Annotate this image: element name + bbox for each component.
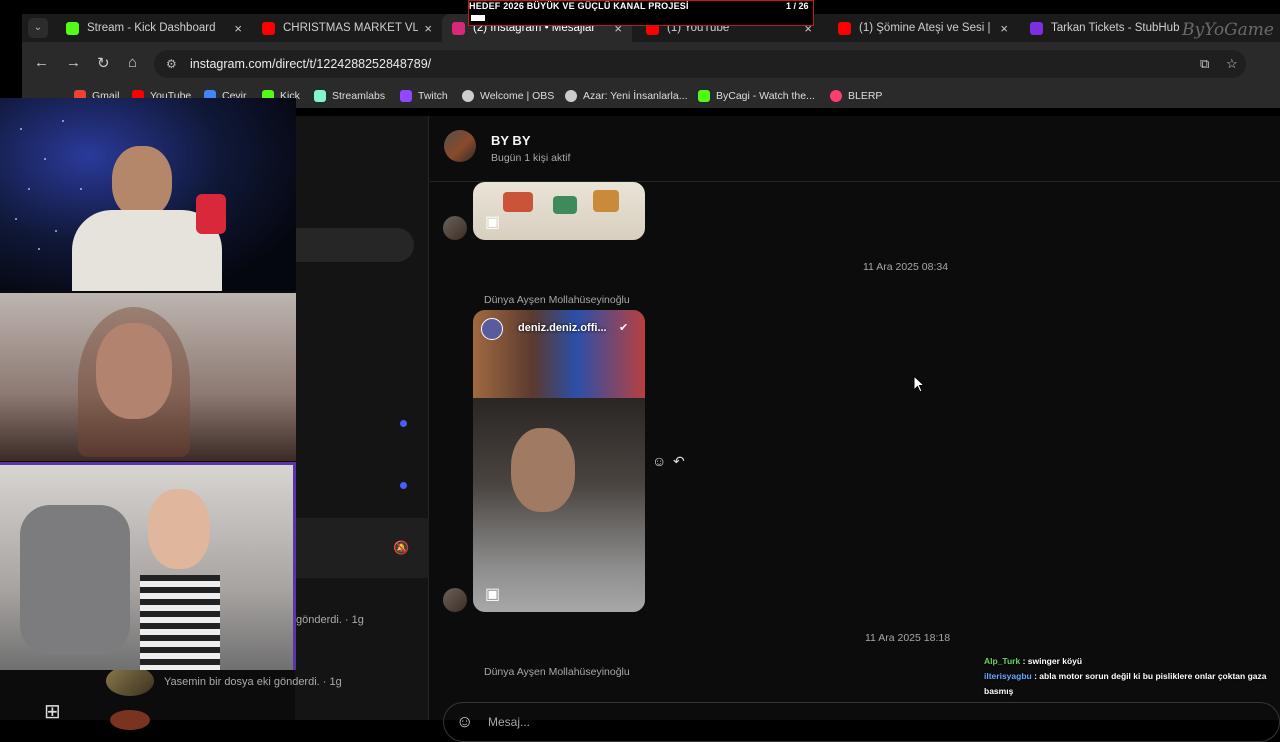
reply-icon[interactable]: ↶ (673, 453, 685, 470)
chat-status: Bugün 1 kişi aktif (491, 152, 571, 164)
striped-top (140, 575, 220, 670)
tab-christmas-vlog[interactable]: CHRISTMAS MARKET VLOG · × (252, 14, 442, 42)
bookmark-streamlabs[interactable]: Streamlabs (314, 90, 385, 102)
forward-icon[interactable]: → (66, 54, 81, 71)
bookmark-blerp[interactable]: BLERP (830, 90, 882, 102)
chat-avatar[interactable] (444, 130, 476, 162)
bookmark-bycagi[interactable]: ByCagi - Watch the... (698, 90, 815, 102)
close-tab-icon[interactable]: × (234, 21, 242, 36)
stream-chat-overlay: Alp_Turk : swinger köyü ilterisyagbu : a… (984, 654, 1280, 699)
sender-avatar[interactable] (443, 588, 467, 612)
browser-toolbar: ← → ↻ ⌂ ⚙ instagram.com/direct/t/1224288… (22, 42, 1280, 86)
chat-line: ilterisyagbu : abla motor sorun değil ki… (984, 671, 1267, 696)
sender-name: Dünya Ayşen Mollahüseyinoğlu (484, 294, 630, 306)
guest-face (148, 489, 210, 569)
guest-hair (78, 307, 190, 457)
kick-icon (66, 21, 79, 35)
youtube-icon (262, 21, 275, 35)
tab-stubhub[interactable]: Tarkan Tickets - StubHub (1020, 14, 1192, 42)
goal-title: HEDEF 2026 BÜYÜK VE GÜÇLÜ KANAL PROJESİ (469, 1, 689, 11)
tab-search-menu[interactable]: ⌄ (28, 18, 48, 38)
bookmark-obs[interactable]: Welcome | OBS (462, 90, 554, 102)
bookmark-star-icon[interactable]: ☆ (1226, 56, 1238, 72)
back-icon[interactable]: ← (34, 54, 49, 71)
muted-bell-icon: 🔕 (393, 540, 410, 555)
message-input[interactable]: ☺ Mesaj... (443, 702, 1280, 742)
emoji-icon[interactable]: ☺ (456, 712, 473, 732)
message-timestamp: 11 Ara 2025 08:34 (863, 261, 949, 273)
message-timestamp: 11 Ara 2025 18:18 (865, 632, 951, 644)
twitch-icon (400, 90, 412, 102)
mouse-cursor-icon (913, 375, 925, 393)
thread-list (295, 116, 429, 720)
reload-icon[interactable]: ↻ (97, 54, 110, 72)
thread-snippet[interactable]: gönderdi. · 1g (296, 614, 364, 626)
address-bar[interactable]: ⚙ instagram.com/direct/t/122428825284878… (154, 50, 1246, 78)
armchair (20, 505, 130, 655)
streamlabs-icon (314, 90, 326, 102)
tab-somine[interactable]: (1) Şömine Ateşi ve Sesi | Ra × (828, 14, 1018, 42)
sender-name: Dünya Ayşen Mollahüseyinoğlu (484, 666, 630, 678)
instagram-icon (452, 21, 465, 35)
verified-icon: ✔ (619, 322, 629, 334)
streamer-face (112, 146, 172, 218)
thread-avatar[interactable] (106, 666, 154, 696)
search-input[interactable] (296, 228, 414, 262)
bookmark-azar[interactable]: Azar: Yeni İnsanlarla... (565, 90, 687, 102)
streamer-logo: ByYoGame (1182, 20, 1274, 40)
reel-account: deniz.deniz.offi... (518, 322, 607, 334)
globe-icon (565, 90, 577, 102)
microphone (196, 194, 226, 234)
stream-goal-overlay: HEDEF 2026 BÜYÜK VE GÜÇLÜ KANAL PROJESİ … (468, 0, 814, 26)
chat-line: Alp_Turk : swinger köyü (984, 656, 1083, 666)
reel-icon: ▣ (485, 586, 501, 603)
url-text[interactable]: instagram.com/direct/t/1224288252848789/ (190, 57, 431, 71)
install-app-icon[interactable]: ⧉ (1200, 56, 1209, 72)
stubhub-icon (1030, 21, 1043, 35)
kick-icon (698, 90, 710, 102)
close-tab-icon[interactable]: × (1000, 21, 1008, 36)
unread-dot (400, 482, 407, 489)
bookmark-twitch[interactable]: Twitch (400, 90, 448, 102)
goal-progress-bar (471, 15, 811, 21)
youtube-icon (838, 21, 851, 35)
react-emoji-icon[interactable]: ☺ (652, 453, 666, 469)
goal-count: 1 / 26 (786, 1, 809, 11)
apps-grid-icon[interactable]: ⊞ (44, 699, 61, 724)
obs-icon (462, 90, 474, 102)
webcam-feed-1 (0, 98, 296, 291)
sender-avatar[interactable] (443, 216, 467, 240)
webcam-feed-2 (0, 293, 296, 461)
shared-reel-post[interactable]: deniz.deniz.offi... ✔ (473, 310, 645, 612)
close-tab-icon[interactable]: × (424, 21, 432, 36)
home-icon[interactable]: ⌂ (128, 54, 137, 71)
thread-avatar[interactable] (110, 710, 150, 730)
goal-progress-fill (471, 15, 485, 21)
site-info-icon[interactable]: ⚙ (166, 57, 177, 71)
chat-header: BY BY Bugün 1 kişi aktif (430, 116, 1280, 182)
blerp-icon (830, 90, 842, 102)
webcam-feed-3 (0, 462, 296, 670)
unread-dot (400, 420, 407, 427)
thread-snippet[interactable]: Yasemin bir dosya eki gönderdi. · 1g (164, 676, 342, 688)
tab-kick-dashboard[interactable]: Stream - Kick Dashboard × (56, 14, 252, 42)
chat-name[interactable]: BY BY (491, 133, 531, 148)
message-placeholder: Mesaj... (488, 715, 531, 729)
reel-icon: ▣ (485, 214, 501, 231)
